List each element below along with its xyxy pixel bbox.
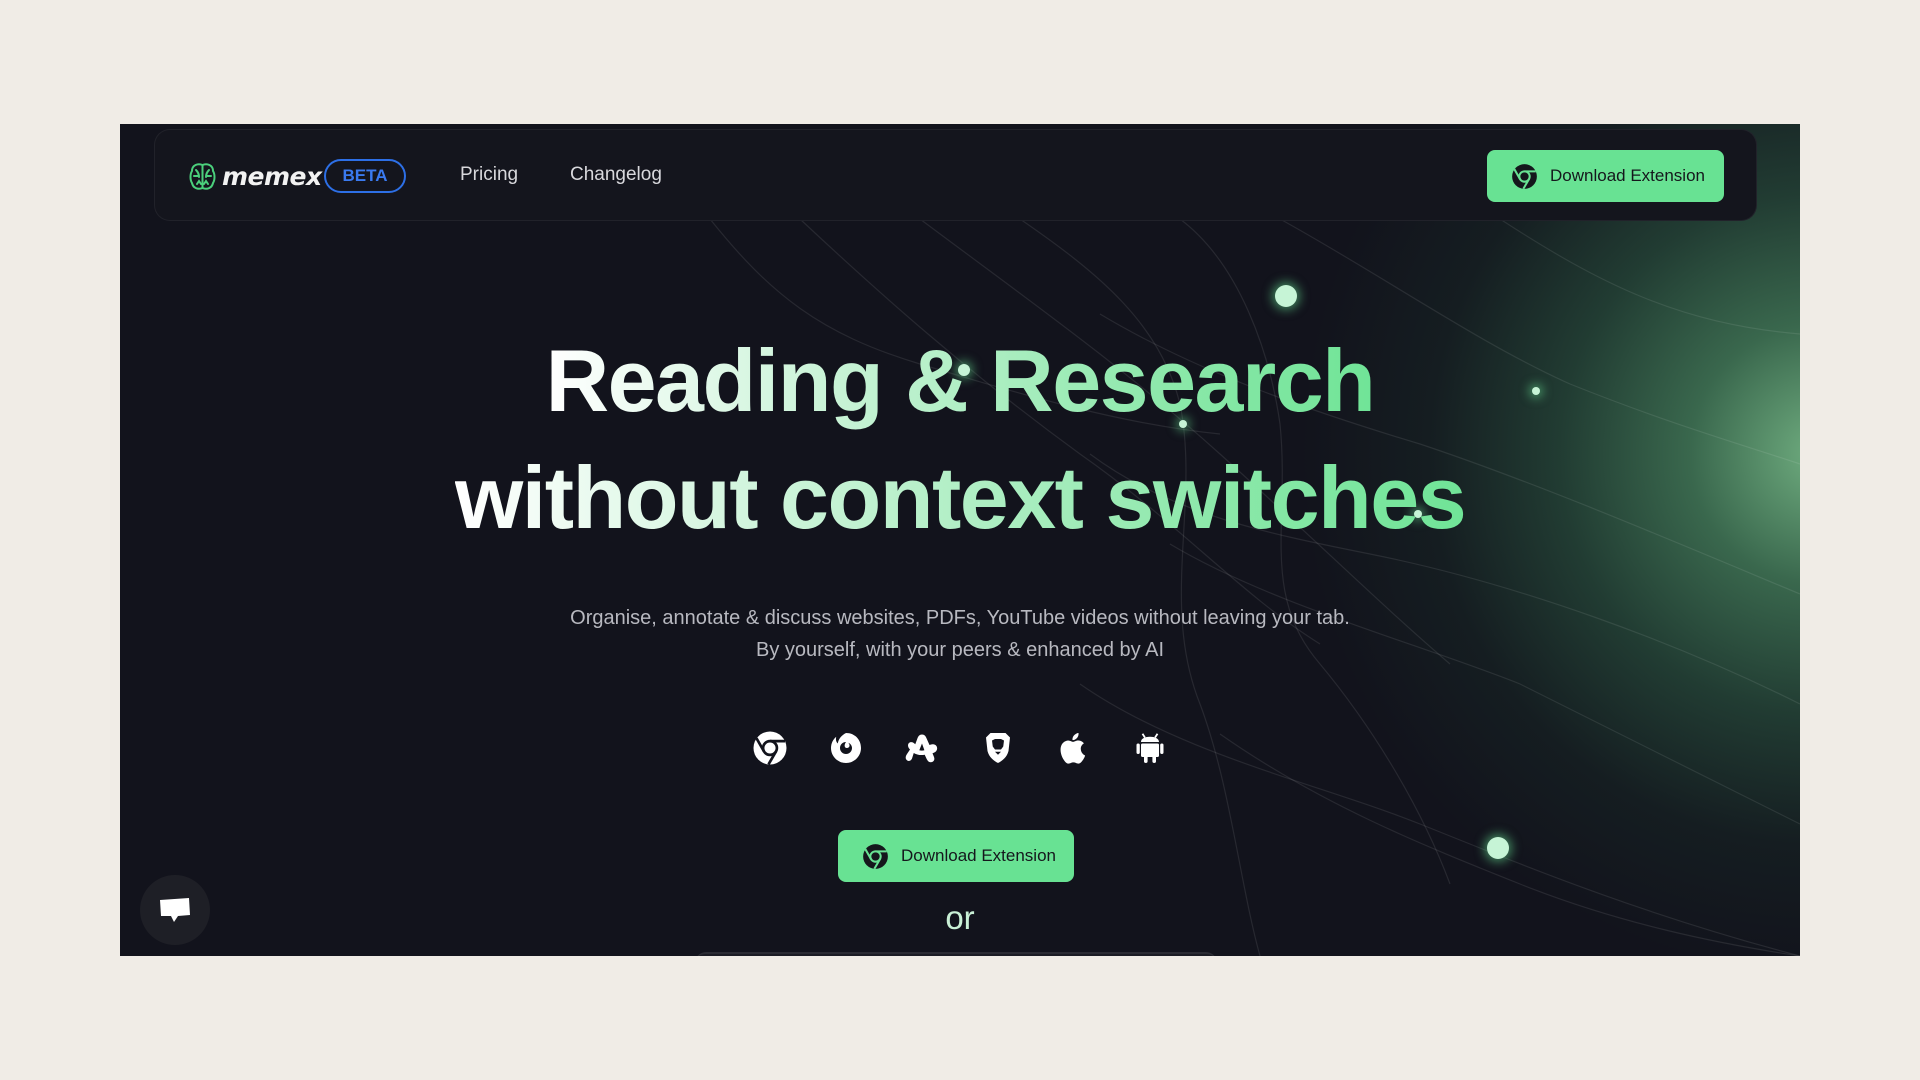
headline-line-2: without context switches <box>454 448 1467 547</box>
chrome-icon[interactable] <box>752 730 788 766</box>
secondary-cta-box[interactable] <box>695 952 1217 956</box>
brand-name: memex <box>222 162 322 191</box>
brave-icon[interactable] <box>980 730 1016 766</box>
hero-download-extension-button[interactable]: Download Extension <box>838 830 1074 882</box>
chat-bubble-icon <box>160 898 190 922</box>
hero-download-extension-label: Download Extension <box>901 846 1056 865</box>
page-viewport: memex BETA Pricing Changelog Download Ex… <box>120 124 1800 956</box>
arc-icon[interactable] <box>904 730 940 766</box>
logo[interactable]: memex <box>189 162 322 191</box>
or-separator: or <box>945 899 975 936</box>
header-download-extension-button[interactable]: Download Extension <box>1487 150 1724 202</box>
glow-dot <box>1487 837 1509 859</box>
android-icon[interactable] <box>1132 730 1168 766</box>
firefox-icon[interactable] <box>828 730 864 766</box>
top-navbar: memex BETA Pricing Changelog Download Ex… <box>154 129 1757 221</box>
subtitle-line-1: Organise, annotate & discuss websites, P… <box>570 607 1350 629</box>
subtitle-line-2: By yourself, with your peers & enhanced … <box>756 639 1164 661</box>
brain-icon <box>189 163 216 190</box>
nav-link-pricing[interactable]: Pricing <box>460 164 518 186</box>
beta-badge: BETA <box>324 159 406 193</box>
chat-widget-button[interactable] <box>140 875 210 945</box>
apple-icon[interactable] <box>1056 730 1092 766</box>
chrome-icon <box>1512 163 1537 189</box>
headline-line-1: Reading & Research <box>545 331 1376 430</box>
chrome-icon <box>863 843 888 869</box>
platform-icons <box>120 730 1800 766</box>
header-download-extension-label: Download Extension <box>1550 166 1705 185</box>
glow-dot <box>1275 285 1297 307</box>
nav-link-changelog[interactable]: Changelog <box>570 164 662 186</box>
